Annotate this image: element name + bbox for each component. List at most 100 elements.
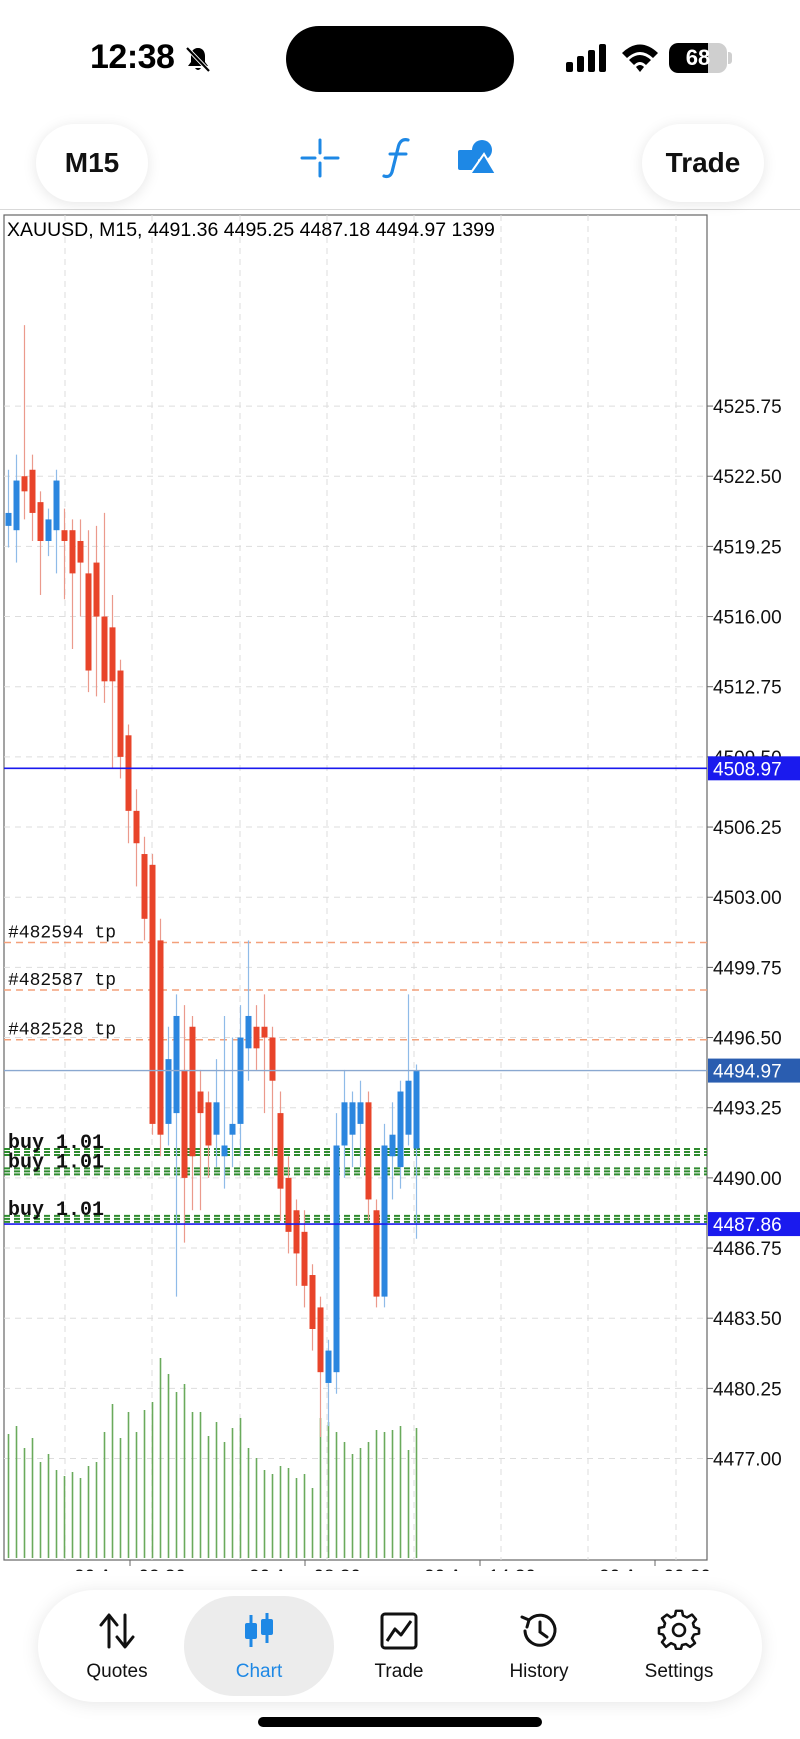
y-tick-label: 4496.50 [713,1029,782,1050]
nav-label: Quotes [86,1661,148,1682]
candle-bear [293,1210,300,1254]
candle-bull [405,1080,412,1135]
candle-bear [21,476,28,492]
current-price-badge-text: 4494.97 [713,1062,782,1083]
wifi-icon [622,44,658,72]
y-tick-label: 4480.25 [713,1379,782,1400]
nav-settings[interactable]: Settings [604,1596,754,1696]
candle-bull [53,480,60,531]
battery-percent: 68 [685,45,711,70]
tp-line-label: #482528 tp [8,1021,116,1041]
dynamic-island [286,26,514,92]
buy-line-label: buy 1.01 [8,1199,104,1222]
y-tick-label: 4525.75 [713,397,782,418]
cellular-signal-icon [566,44,606,72]
trade-button[interactable]: Trade [642,124,764,202]
x-tick-label: 20 Aug 14:30 [424,1567,536,1571]
bell-muted-icon [185,46,211,73]
candle-bull [333,1145,340,1373]
y-tick-label: 4512.75 [713,678,782,699]
price-level-badge-text: 4508.97 [713,759,782,780]
settings-gear-icon [657,1609,701,1651]
plot-frame [3,214,708,1561]
candle-bull [397,1091,404,1168]
candle-bear [197,1091,204,1114]
nav-quotes[interactable]: Quotes [42,1596,192,1696]
y-tick-label: 4506.25 [713,818,782,839]
candle-bear [277,1113,284,1189]
candle-bear [85,573,92,671]
candle-bear [149,864,156,1124]
status-time: 12:38 [90,38,175,76]
indicators-fx-icon[interactable] [370,130,426,186]
candle-bear [181,1069,188,1178]
y-tick-label: 4503.00 [713,888,782,909]
candle-bear [69,530,76,574]
crosshair-icon[interactable] [292,130,348,186]
candle-bull [229,1123,236,1135]
candle-bull [237,1037,244,1124]
candle-bull [357,1102,364,1124]
price-level-badge-text: 4487.86 [713,1215,782,1236]
y-tick-label: 4483.50 [713,1309,782,1330]
chart-candles-icon [245,1613,273,1647]
battery-indicator: 68 [669,43,727,73]
chart-title: XAUUSD, M15, 4491.36 4495.25 4487.18 449… [7,219,495,241]
candle-bear [365,1102,372,1200]
battery-tip [728,52,732,64]
candle-bull [349,1102,356,1135]
y-tick-label: 4519.25 [713,537,782,558]
objects-icon[interactable] [448,130,504,186]
candle-bear [133,810,140,844]
candle-bull [165,1059,172,1124]
status-bar: 12:38 68 [0,0,800,110]
nav-chart[interactable]: Chart [184,1596,334,1696]
candle-bear [61,530,68,541]
candle-bull [5,512,12,526]
candle-bear [261,1026,268,1038]
candle-bear [93,562,100,617]
nav-label: Trade [374,1661,424,1682]
tp-line-label: #482594 tp [8,924,116,944]
chart-toolbar: M15 Trade [0,110,800,210]
x-tick-label: 20 Aug 20:30 [599,1567,711,1571]
candle-bear [269,1037,276,1081]
x-tick-label: 20 Aug 08:30 [249,1567,361,1571]
candle-bull [381,1145,388,1297]
candle-bear [317,1307,324,1373]
chart-canvas[interactable]: 4525.754522.504519.254516.004512.754509.… [0,211,800,1571]
candle-bull [341,1102,348,1146]
candle-bear [109,627,116,682]
candle-bear [189,1026,196,1157]
y-tick-label: 4477.00 [713,1450,782,1471]
candle-bear [101,616,108,682]
candle-bull [389,1134,396,1157]
nav-trade[interactable]: Trade [324,1596,474,1696]
candle-bull [413,1070,420,1149]
quotes-icon [99,1613,135,1649]
nav-label: History [509,1661,569,1682]
candle-bear [157,940,164,1135]
y-tick-label: 4522.50 [713,467,782,488]
buy-line-label: buy 1.01 [8,1151,104,1174]
candle-bear [37,502,44,541]
candle-bull [45,519,52,541]
candle-bear [373,1210,380,1297]
bottom-nav: Quotes Chart Trade History Settings [38,1590,762,1702]
candle-bull [245,1015,252,1049]
candle-bear [309,1275,316,1329]
candle-bear [125,735,132,811]
timeframe-button[interactable]: M15 [36,124,148,202]
home-indicator [258,1717,542,1727]
candle-bear [253,1026,260,1049]
price-chart[interactable]: 4525.754522.504519.254516.004512.754509.… [0,211,800,1571]
tp-line-label: #482587 tp [8,971,116,991]
candle-bull [325,1350,332,1383]
y-tick-label: 4486.75 [713,1239,782,1260]
candle-bear [77,540,84,563]
candle-bull [173,1015,180,1114]
y-tick-label: 4499.75 [713,958,782,979]
trade-icon [380,1612,418,1650]
history-icon [520,1613,557,1647]
nav-history[interactable]: History [464,1596,614,1696]
